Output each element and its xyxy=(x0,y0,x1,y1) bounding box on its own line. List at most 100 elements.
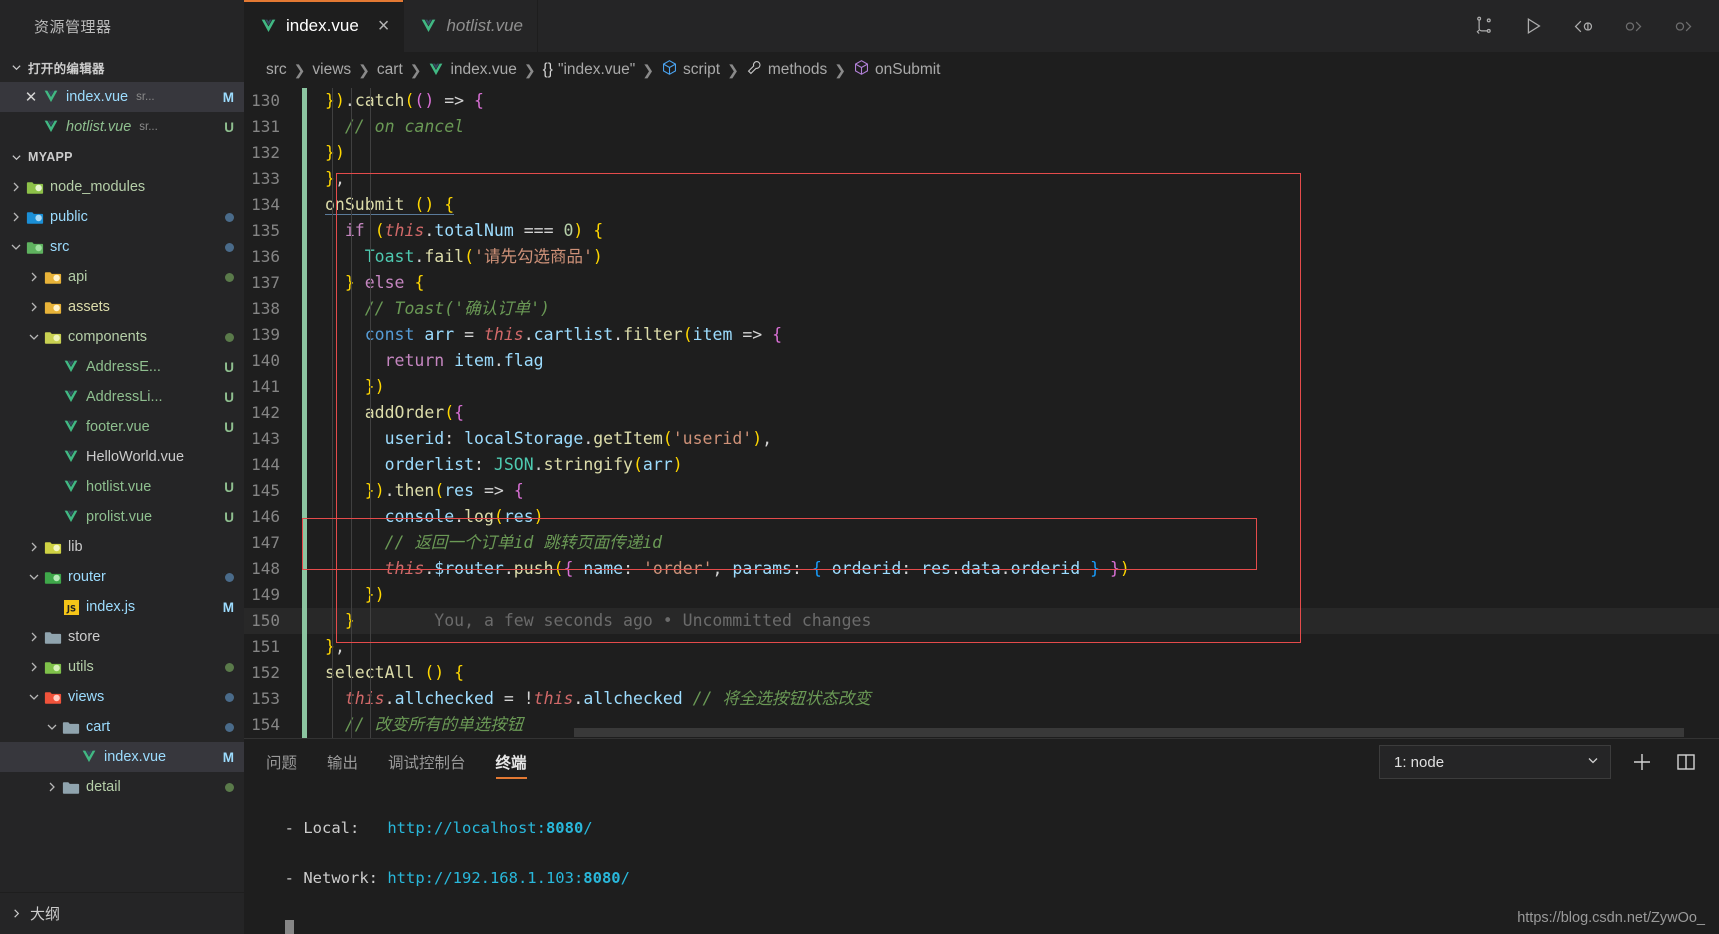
close-icon[interactable]: × xyxy=(378,16,390,36)
breadcrumb-item-views[interactable]: views xyxy=(312,61,351,79)
tree-item-addresse[interactable]: AddressE... U xyxy=(0,352,244,382)
open-editor-item-hotlist-vue[interactable]: hotlist.vue sr... U xyxy=(0,112,244,142)
tree-item-meta xyxy=(217,242,234,252)
terminal-url-port[interactable]: 8080 xyxy=(546,819,583,837)
tree-item-public[interactable]: public xyxy=(0,202,244,232)
tree-item-detail[interactable]: detail xyxy=(0,772,244,802)
terminal-line: - Network: http://192.168.1.103:8080/ xyxy=(266,866,1719,891)
chevron-down-icon xyxy=(26,571,42,583)
tree-item-label: router xyxy=(68,569,106,585)
tree-item-utils[interactable]: utils xyxy=(0,652,244,682)
terminal-selector-value: 1: node xyxy=(1394,753,1445,771)
panel-tab-debug-console[interactable]: 调试控制台 xyxy=(388,739,466,785)
close-icon[interactable]: ✕ xyxy=(22,88,40,106)
terminal-url-tail[interactable]: / xyxy=(583,819,592,837)
chevron-right-icon xyxy=(26,631,42,643)
breadcrumb-item-module[interactable]: {} "index.vue" xyxy=(543,61,636,79)
tree-item-index-js[interactable]: JS index.js M xyxy=(0,592,244,622)
tree-item-meta xyxy=(217,692,234,702)
breadcrumb-item-onsubmit[interactable]: onSubmit xyxy=(853,59,940,81)
code-text: selectAll () { xyxy=(325,663,465,682)
breadcrumb-label: cart xyxy=(376,61,403,78)
code-text: }) xyxy=(365,585,385,604)
tree-item-lib[interactable]: lib xyxy=(0,532,244,562)
code-line: 133}, xyxy=(244,166,1719,192)
terminal-url[interactable]: http://192.168.1.103: xyxy=(387,869,583,887)
open-editors-header[interactable]: 打开的编辑器 xyxy=(0,52,244,82)
back-arrow-icon[interactable] xyxy=(1621,14,1645,38)
vue-icon xyxy=(60,450,82,464)
split-terminal-icon[interactable] xyxy=(1673,749,1699,775)
tree-item-node-modules[interactable]: node_modules xyxy=(0,172,244,202)
open-editor-item-index-vue[interactable]: ✕ index.vue sr... M xyxy=(0,82,244,112)
code-line: 145 }).then(res => { xyxy=(244,478,1719,504)
terminal-url-port[interactable]: 8080 xyxy=(583,869,620,887)
split-editor-icon[interactable] xyxy=(1471,14,1495,38)
code-text: } You, a few seconds ago • Uncommitted c… xyxy=(344,611,872,630)
code-text: } else { xyxy=(344,273,425,292)
tree-item-label: components xyxy=(68,329,147,345)
modified-dot-icon xyxy=(225,212,234,222)
code-editor[interactable]: 130}).catch(() => {131 // on cancel 132})… xyxy=(244,88,1719,738)
code-line: 136 Toast.fail('请先勾选商品') xyxy=(244,244,1719,270)
run-debug-icon[interactable] xyxy=(1571,14,1595,38)
tree-item-label: lib xyxy=(68,539,83,555)
terminal-output[interactable]: - Local: http://localhost:8080/ - Networ… xyxy=(244,785,1719,934)
tree-item-hotlist-vue[interactable]: hotlist.vue U xyxy=(0,472,244,502)
forward-arrow-icon[interactable] xyxy=(1671,14,1695,38)
js-icon: JS xyxy=(60,599,82,615)
breadcrumb-item-src[interactable]: src xyxy=(266,61,287,79)
tree-item-label: store xyxy=(68,629,101,645)
modified-dot-icon xyxy=(225,242,234,252)
tree-item-meta: U xyxy=(216,420,234,435)
breadcrumb-label: src xyxy=(266,61,287,78)
code-text: this.$router.push({ name: 'order', param… xyxy=(384,559,1130,578)
code-line: 132}) xyxy=(244,140,1719,166)
tree-item-src[interactable]: src xyxy=(0,232,244,262)
breadcrumb-item-index-vue[interactable]: index.vue xyxy=(428,61,517,79)
terminal-selector[interactable]: 1: node xyxy=(1379,745,1611,779)
tree-item-meta: M xyxy=(215,750,234,765)
chevron-right-icon: ❯ xyxy=(727,61,739,78)
tree-item-prolist-vue[interactable]: prolist.vue U xyxy=(0,502,244,532)
tree-item-api[interactable]: api xyxy=(0,262,244,292)
line-number: 148 xyxy=(251,559,280,578)
run-icon[interactable] xyxy=(1521,14,1545,38)
tree-item-views[interactable]: views xyxy=(0,682,244,712)
tab-hotlist-vue[interactable]: hotlist.vue xyxy=(404,0,539,52)
breadcrumb-item-methods[interactable]: methods xyxy=(746,59,827,81)
line-number: 139 xyxy=(251,325,280,344)
tree-item-label: cart xyxy=(86,719,111,735)
vue-icon xyxy=(60,420,82,434)
project-header[interactable]: MYAPP xyxy=(0,142,244,172)
scrollbar-thumb[interactable] xyxy=(574,728,1684,737)
tree-item-index-vue[interactable]: index.vue M xyxy=(0,742,244,772)
outline-header[interactable]: 大纲 xyxy=(0,892,244,934)
tree-item-label: views xyxy=(68,689,105,705)
tree-item-components[interactable]: components xyxy=(0,322,244,352)
tab-index-vue[interactable]: index.vue × xyxy=(244,0,405,52)
tree-item-addressli[interactable]: AddressLi... U xyxy=(0,382,244,412)
tree-item-router[interactable]: router xyxy=(0,562,244,592)
explorer-title: 资源管理器 xyxy=(0,0,244,52)
panel-tab-output[interactable]: 输出 xyxy=(327,739,358,785)
panel-tab-terminal[interactable]: 终端 xyxy=(495,739,527,785)
line-number: 132 xyxy=(251,143,280,162)
tree-item-store[interactable]: store xyxy=(0,622,244,652)
horizontal-scrollbar[interactable] xyxy=(244,728,1719,738)
new-terminal-icon[interactable] xyxy=(1629,749,1655,775)
tree-item-footer-vue[interactable]: footer.vue U xyxy=(0,412,244,442)
breadcrumb-item-script[interactable]: script xyxy=(661,59,720,81)
panel-tab-problems[interactable]: 问题 xyxy=(266,739,297,785)
tree-item-assets[interactable]: assets xyxy=(0,292,244,322)
cube-purple-icon xyxy=(853,59,870,81)
tree-item-cart[interactable]: cart xyxy=(0,712,244,742)
line-number: 136 xyxy=(251,247,280,266)
tree-item-label: hotlist.vue xyxy=(86,479,152,495)
terminal-url-tail[interactable]: / xyxy=(621,869,630,887)
tree-item-helloworld-vue[interactable]: HelloWorld.vue xyxy=(0,442,244,472)
folder-views-icon xyxy=(42,690,64,705)
terminal-url[interactable]: http://localhost: xyxy=(387,819,546,837)
line-number: 131 xyxy=(251,117,280,136)
breadcrumb-item-cart[interactable]: cart xyxy=(377,61,403,79)
